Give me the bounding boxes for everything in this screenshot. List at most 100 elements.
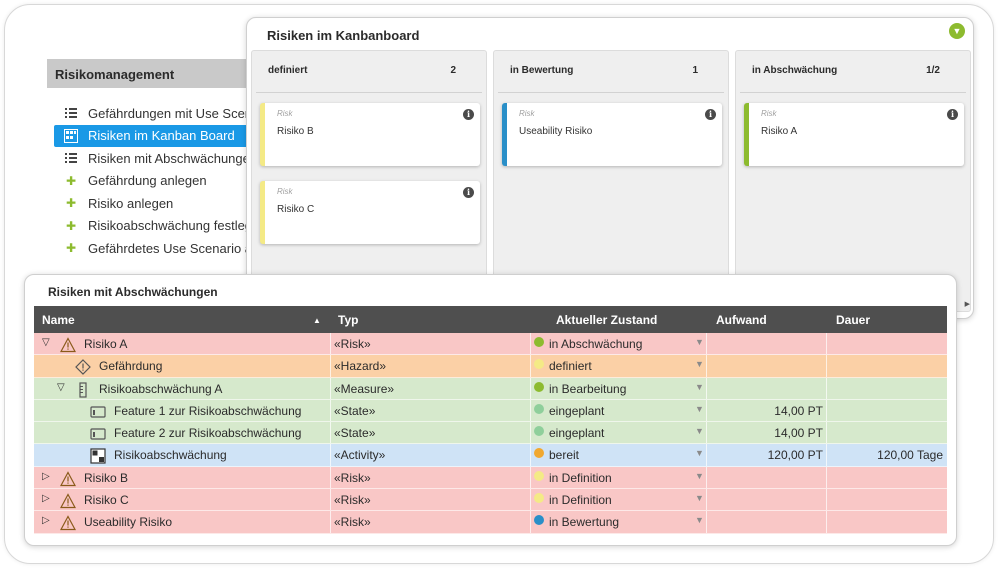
column-header-name[interactable]: Name bbox=[42, 313, 75, 327]
chevron-down-icon[interactable]: ▼ bbox=[695, 493, 704, 503]
row-dauer: 120,00 Tage bbox=[877, 448, 943, 463]
row-status[interactable]: in Abschwächung bbox=[549, 337, 642, 351]
info-icon[interactable]: i bbox=[947, 109, 958, 120]
sidebar-item-6[interactable]: ✚ Gefährdetes Use Scenario anlegen bbox=[54, 237, 254, 260]
hazard-icon bbox=[75, 359, 91, 376]
table-row[interactable]: ▷ Risiko B «Risk» in Definition ▼ bbox=[34, 466, 947, 490]
row-status[interactable]: eingeplant bbox=[549, 426, 604, 440]
row-status[interactable]: in Bearbeitung bbox=[549, 382, 626, 396]
column-divider bbox=[530, 399, 531, 422]
kanban-card[interactable]: Risk Risiko A i bbox=[744, 103, 964, 166]
column-divider bbox=[530, 489, 531, 511]
column-divider bbox=[330, 399, 331, 422]
sidebar-item-1[interactable]: Risiken im Kanban Board bbox=[54, 124, 254, 147]
sidebar-item-label: Gefährdetes Use Scenario anlegen bbox=[88, 240, 254, 256]
column-header-dauer[interactable]: Dauer bbox=[836, 313, 870, 327]
chevron-down-icon[interactable]: ▼ bbox=[695, 337, 704, 347]
chevron-down-icon[interactable]: ▼ bbox=[695, 382, 704, 392]
table-row[interactable]: Gefährdung «Hazard» definiert ▼ bbox=[34, 355, 947, 378]
expand-toggle-icon[interactable]: ▽ bbox=[57, 382, 65, 393]
expand-toggle-icon[interactable]: ▷ bbox=[42, 515, 50, 526]
risk-table: Name ▲ Typ Aktueller Zustand Aufwand Dau… bbox=[34, 306, 947, 534]
table-body: ▽ Risiko A «Risk» in Abschwächung ▼ Gefährdun… bbox=[34, 333, 947, 534]
sidebar-item-label: Risiken mit Abschwächungen bbox=[88, 150, 254, 166]
state-icon bbox=[90, 426, 106, 442]
kanban-column-name: definiert bbox=[268, 65, 308, 76]
kanban-column-header: in Abschwächung 1/2 bbox=[740, 51, 966, 93]
warning-icon bbox=[59, 493, 77, 509]
row-name: Risiko C bbox=[84, 493, 129, 508]
status-dot-icon bbox=[534, 448, 544, 459]
sidebar-item-4[interactable]: ✚ Risiko anlegen bbox=[54, 192, 254, 215]
scroll-right-icon[interactable]: ▶ bbox=[965, 300, 970, 308]
table-title: Risiken mit Abschwächungen bbox=[48, 285, 218, 299]
column-divider bbox=[530, 377, 531, 399]
row-name: Gefährdung bbox=[99, 359, 163, 374]
kanban-column-name: in Abschwächung bbox=[752, 65, 838, 76]
column-header-typ[interactable]: Typ bbox=[338, 313, 358, 327]
chevron-down-icon[interactable]: ▼ bbox=[695, 471, 704, 481]
status-dot-icon bbox=[534, 470, 544, 481]
table-row[interactable]: ▽ Risikoabschwächung A «Measure» in Bearbei… bbox=[34, 377, 947, 400]
sidebar-item-3[interactable]: ✚ Gefährdung anlegen bbox=[54, 170, 254, 193]
row-status[interactable]: in Definition bbox=[549, 471, 612, 485]
row-name: Feature 1 zur Risikoabschwächung bbox=[114, 403, 302, 418]
chevron-down-icon[interactable]: ▼ bbox=[695, 404, 704, 414]
sidebar-item-2[interactable]: Risiken mit Abschwächungen bbox=[54, 147, 254, 170]
expand-toggle-icon[interactable]: ▽ bbox=[42, 337, 50, 348]
kanban-card[interactable]: Risk Risiko B i bbox=[260, 103, 480, 166]
warning-icon bbox=[59, 515, 77, 531]
sidebar-item-label: Risiko anlegen bbox=[88, 195, 174, 211]
sidebar-nav: Gefährdungen mit Use Scenarios Risiken im… bbox=[54, 102, 254, 260]
row-type: «Hazard» bbox=[334, 359, 387, 374]
column-divider bbox=[530, 511, 531, 533]
row-aufwand: 14,00 PT bbox=[774, 426, 823, 441]
row-status[interactable]: in Bewertung bbox=[549, 515, 619, 529]
row-name: Risiko A bbox=[84, 337, 128, 351]
column-divider bbox=[330, 422, 331, 444]
card-title: Risiko C bbox=[277, 204, 315, 215]
info-icon[interactable]: i bbox=[463, 187, 474, 198]
chevron-down-icon[interactable]: ▼ bbox=[695, 426, 704, 436]
column-divider bbox=[530, 333, 531, 355]
column-divider bbox=[530, 466, 531, 489]
sidebar-item-5[interactable]: ✚ Risikoabschwächung festlegen bbox=[54, 215, 254, 238]
sidebar-item-0[interactable]: Gefährdungen mit Use Scenarios bbox=[54, 102, 254, 125]
list-icon bbox=[64, 106, 78, 120]
info-icon[interactable]: i bbox=[463, 109, 474, 120]
warning-icon bbox=[59, 337, 77, 353]
kanban-card[interactable]: Risk Risiko C i bbox=[260, 181, 480, 244]
kanban-column: in Abschwächung 1/2 Risk Risiko A i bbox=[735, 50, 971, 312]
column-divider bbox=[826, 489, 827, 511]
sort-asc-icon[interactable]: ▲ bbox=[313, 316, 321, 325]
expand-toggle-icon[interactable]: ▷ bbox=[42, 471, 50, 482]
table-row[interactable]: ▷ Risiko C «Risk» in Definition ▼ bbox=[34, 489, 947, 512]
column-divider bbox=[330, 489, 331, 511]
column-header-zustand[interactable]: Aktueller Zustand bbox=[556, 313, 657, 327]
row-status[interactable]: definiert bbox=[549, 359, 592, 373]
row-name: Useability Risiko bbox=[84, 515, 173, 530]
row-status[interactable]: in Definition bbox=[549, 493, 612, 507]
column-divider bbox=[826, 511, 827, 533]
column-header-aufwand[interactable]: Aufwand bbox=[716, 313, 767, 327]
table-row[interactable]: ▽ Risiko A «Risk» in Abschwächung ▼ bbox=[34, 333, 947, 356]
info-icon[interactable]: i bbox=[705, 109, 716, 120]
table-row[interactable]: Feature 2 zur Risikoabschwächung «State» e… bbox=[34, 422, 947, 445]
chevron-down-icon[interactable]: ▼ bbox=[695, 359, 704, 369]
filter-icon[interactable]: ▼ bbox=[949, 23, 965, 39]
expand-toggle-icon[interactable]: ▷ bbox=[42, 493, 50, 504]
kanban-card[interactable]: Risk Useability Risiko i bbox=[502, 103, 722, 166]
table-row[interactable]: Feature 1 zur Risikoabschwächung «State» e… bbox=[34, 399, 947, 423]
chevron-down-icon[interactable]: ▼ bbox=[695, 448, 704, 458]
table-row[interactable]: Risikoabschwächung «Activity» bereit ▼ 120,0… bbox=[34, 444, 947, 467]
column-divider bbox=[826, 444, 827, 466]
chevron-down-icon[interactable]: ▼ bbox=[695, 515, 704, 525]
table-row[interactable]: ▷ Useability Risiko «Risk» in Bewertung ▼ bbox=[34, 511, 947, 534]
kanban-columns: definiert 2 Risk Risiko Bi Risk Risiko Ci in B… bbox=[251, 50, 971, 312]
row-type: «Risk» bbox=[334, 470, 371, 485]
row-status[interactable]: bereit bbox=[549, 448, 579, 462]
kanban-column-name: in Bewertung bbox=[510, 65, 574, 76]
row-name: Feature 2 zur Risikoabschwächung bbox=[114, 426, 302, 441]
column-divider bbox=[330, 333, 331, 355]
row-status[interactable]: eingeplant bbox=[549, 404, 604, 418]
